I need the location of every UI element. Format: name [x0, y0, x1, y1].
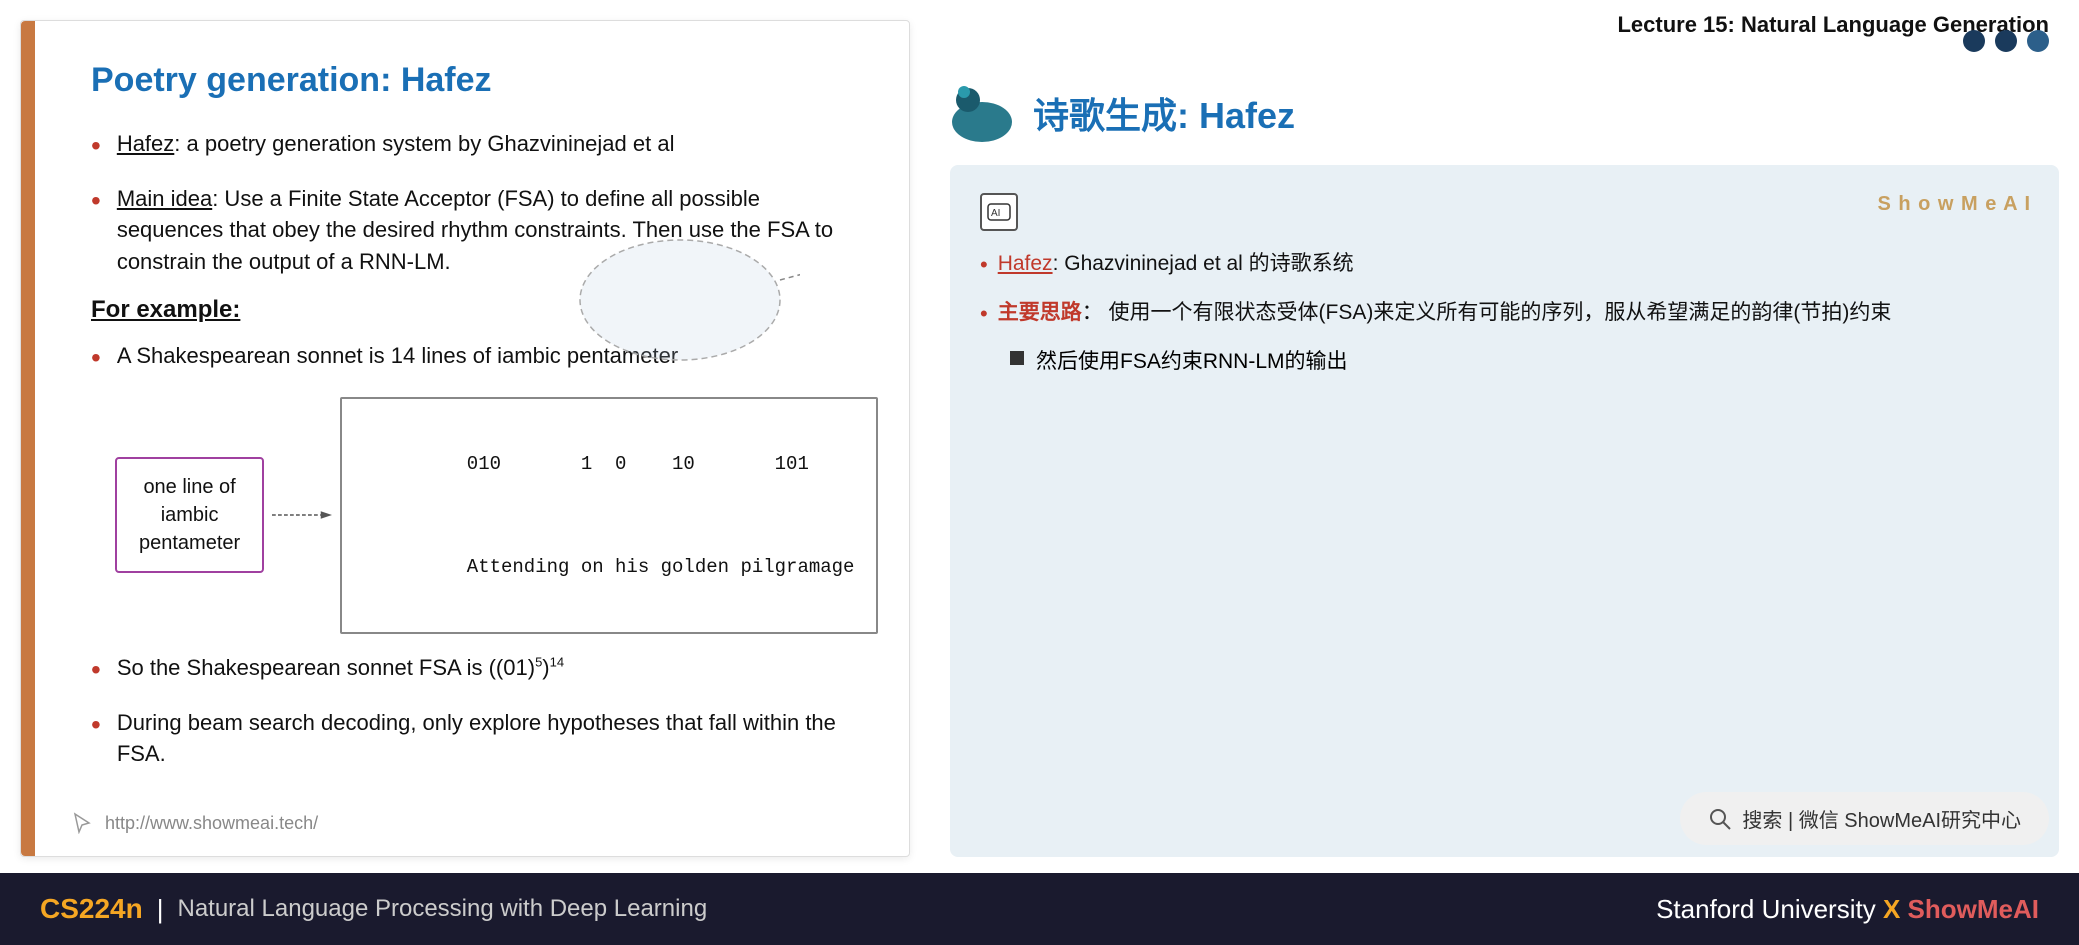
zh-hafez-text: Hafez: Ghazvininejad et al 的诗歌系统 — [998, 247, 1354, 281]
footer-cs224n: CS224n — [40, 893, 143, 925]
zh-content-box: AI S h o w M e A I • Hafez: Ghazvinineja… — [950, 165, 2059, 857]
hafez-label: Hafez — [117, 131, 174, 156]
code-example-box: 010 1 0 10 101 Attending on his golden p… — [340, 397, 878, 634]
bullet-dot-5: • — [91, 705, 101, 746]
beam-search-text: During beam search decoding, only explor… — [117, 707, 859, 771]
page-footer: CS224n | Natural Language Processing wit… — [0, 873, 2079, 945]
svg-text:AI: AI — [991, 208, 1000, 219]
url-text[interactable]: http://www.showmeai.tech/ — [105, 813, 318, 834]
zh-dot-2: • — [980, 296, 988, 331]
zh-main-idea-text: 主要思路： 使用一个有限状态受体(FSA)来定义所有可能的序列，服从希望满足的韵… — [998, 296, 1892, 330]
bullet-dot-3: • — [91, 338, 101, 379]
zh-dot-1: • — [980, 247, 988, 282]
zh-hafez-label: Hafez — [998, 252, 1053, 275]
bullet-dot-2: • — [91, 181, 101, 222]
iambic-pentameter-box: one line of iambic pentameter — [115, 457, 264, 573]
hafez-text: Hafez: a poetry generation system by Gha… — [117, 128, 675, 160]
connector-decoration — [560, 220, 800, 385]
bullet-dot-1: • — [91, 126, 101, 167]
ai-icon-box: AI — [980, 193, 1018, 231]
diagram-arrow — [272, 500, 332, 530]
footer-stanford: Stanford University — [1656, 894, 1876, 924]
cursor-icon — [71, 812, 93, 834]
slide-title: Poetry generation: Hafez — [91, 61, 859, 100]
bullet-fsa: • So the Shakespearean sonnet FSA is ((0… — [91, 652, 859, 691]
showmeai-logo — [950, 80, 1015, 145]
left-slide-panel: Poetry generation: Hafez • Hafez: a poet… — [20, 20, 910, 857]
zh-sub-dot-icon — [1010, 351, 1024, 365]
iambic-diagram: one line of iambic pentameter 010 1 0 10… — [115, 397, 859, 634]
url-area: http://www.showmeai.tech/ — [71, 812, 318, 834]
zh-sub-text: 然后使用FSA约束RNN-LM的输出 — [1036, 345, 1348, 375]
footer-nlp-text: Natural Language Processing with Deep Le… — [177, 895, 707, 923]
zh-bullet-list: • Hafez: Ghazvininejad et al 的诗歌系统 • 主要思… — [980, 247, 2029, 331]
showmeai-brand-label: S h o w M e A I — [1877, 193, 2031, 216]
zh-title-text: 诗歌生成: Hafez — [1033, 87, 1295, 139]
fsa-bullet-list: • So the Shakespearean sonnet FSA is ((0… — [91, 652, 859, 770]
footer-separator: | — [157, 894, 164, 925]
zh-bullet-main-idea: • 主要思路： 使用一个有限状态受体(FSA)来定义所有可能的序列，服从希望满足… — [980, 296, 2029, 331]
main-idea-label: Main idea — [117, 186, 212, 211]
footer-showmeai: ShowMeAI — [1908, 894, 2039, 924]
fsa-text: So the Shakespearean sonnet FSA is ((01)… — [117, 652, 564, 684]
search-bar[interactable]: 搜索 | 微信 ShowMeAI研究中心 — [1680, 792, 2049, 845]
panel-border-accent — [21, 21, 35, 856]
footer-x: X — [1883, 894, 1908, 924]
search-text: 搜索 | 微信 ShowMeAI研究中心 — [1742, 804, 2021, 833]
zh-key-label: 主要思路 — [998, 301, 1082, 324]
right-panel: 诗歌生成: Hafez AI S h o w M e A I • Hafez: … — [950, 20, 2059, 857]
bullet-dot-4: • — [91, 650, 101, 691]
fsa-sup-2: 14 — [550, 655, 564, 670]
zh-sub-bullet: 然后使用FSA约束RNN-LM的输出 — [1010, 345, 2029, 375]
zh-bullet-hafez: • Hafez: Ghazvininejad et al 的诗歌系统 — [980, 247, 2029, 282]
bullet-beam-search: • During beam search decoding, only expl… — [91, 707, 859, 771]
bullet-hafez: • Hafez: a poetry generation system by G… — [91, 128, 859, 167]
zh-title-area: 诗歌生成: Hafez — [950, 20, 2059, 145]
search-icon — [1708, 807, 1732, 831]
footer-right: Stanford University X ShowMeAI — [1656, 894, 2039, 925]
footer-left: CS224n | Natural Language Processing wit… — [40, 893, 707, 925]
